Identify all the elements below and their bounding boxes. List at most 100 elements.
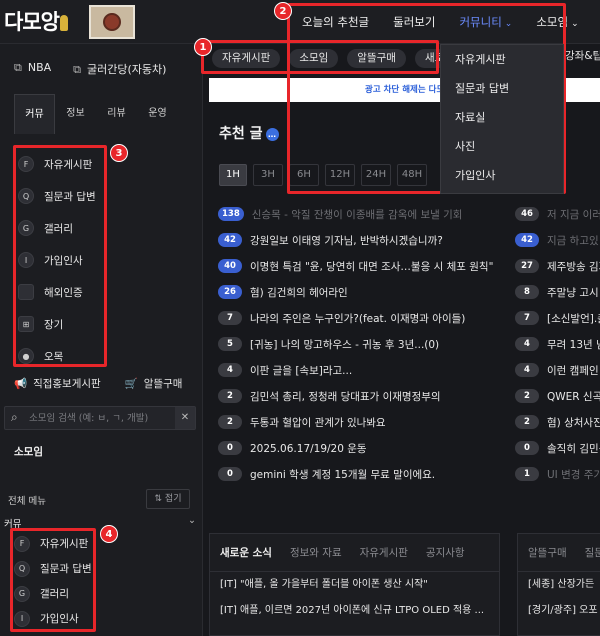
recommend-count-badge: 7 — [515, 311, 539, 325]
seal-image — [103, 13, 121, 31]
tab-community[interactable]: 커뮤 — [14, 94, 55, 134]
feed-row[interactable]: 7 나라의 주인은 누구인가?(feat. 이재명과 아이들) — [218, 305, 508, 331]
feed-row[interactable]: 0 솔직히 김민석 — [515, 435, 600, 461]
profile-avatar[interactable] — [89, 5, 135, 39]
external-link-icon: ⧉ — [73, 63, 82, 76]
news-row[interactable]: [IT] 애플, 이르면 2027년 아이폰에 신규 LTPO OLED 적용 … — [210, 598, 499, 624]
feed-row[interactable]: 5 [귀농] 나의 망고하우스 - 귀농 후 3년...(0) — [218, 331, 508, 357]
feed-row-title: 신승목 - 악질 잔챙이 이종배를 감옥에 보낼 기회 — [251, 208, 463, 221]
tab-questions[interactable]: 질문 — [585, 545, 600, 560]
feed-row[interactable]: 8 주말냥 고시 — [515, 279, 600, 305]
feed-row[interactable]: 2 김민석 총리, 정청래 당대표가 이재명정부의 — [218, 383, 508, 409]
feed-row[interactable]: 2 두통과 혈압이 관계가 있나봐요 — [218, 409, 508, 435]
nav-portal[interactable]: 포털 — [591, 14, 600, 30]
quick-link-cars[interactable]: ⧉ 굴러간당(자동차) — [73, 61, 166, 77]
chevron-down-icon: ⌄ — [571, 19, 579, 29]
feed-row-title: 이런 캠페인 — [547, 364, 599, 377]
tab-info[interactable]: 정보 — [55, 94, 96, 134]
site-logo[interactable]: 다모앙 — [4, 6, 68, 36]
feed-row[interactable]: 2 QWER 신곡 — [515, 383, 600, 409]
recommend-count-badge: 7 — [218, 311, 242, 325]
feed-row-title: 무려 13년 넘 — [547, 338, 600, 351]
dropdown-item-free-board[interactable]: 자유게시판 — [441, 45, 563, 74]
link-label: 직접홍보게시판 — [33, 378, 101, 390]
annotation-badge-4: 4 — [100, 525, 118, 543]
group-search-input[interactable] — [29, 409, 177, 427]
recommended-feed-right: 46저 지금 이러42지금 하고있27제주방송 김지8주말냥 고시7[소신발언]… — [515, 201, 600, 487]
feed-row[interactable]: 7 [소신발언].출 — [515, 305, 600, 331]
tab-new-news[interactable]: 새로운 소식 — [220, 545, 272, 560]
deals-row[interactable]: [세종] 산장가든 — [518, 572, 600, 598]
feed-row-title: [귀농] 나의 망고하우스 - 귀농 후 3년...(0) — [250, 338, 440, 351]
feed-row-title: 이판 글을 [속보]라고... — [250, 364, 353, 377]
dropdown-item-archive[interactable]: 자료실 — [441, 103, 563, 132]
feed-row-title: 주말냥 고시 — [547, 286, 599, 299]
tab-operations[interactable]: 운영 — [137, 94, 178, 134]
feed-row-title: 이명현 특검 "윤, 당연히 대면 조사…불응 시 체포 원칙" — [250, 260, 494, 273]
recommend-count-badge: 2 — [515, 389, 539, 403]
feed-row[interactable]: 42 강원일보 이태영 기자님, 반박하시겠습니까? — [218, 227, 508, 253]
collapse-label: 접기 — [164, 494, 182, 504]
feed-row[interactable]: 4 이판 글을 [속보]라고... — [218, 357, 508, 383]
all-menu-label: 전체 메뉴 — [8, 496, 46, 507]
feed-row[interactable]: 138 신승목 - 악질 잔챙이 이종배를 감옥에 보낼 기회 — [218, 201, 508, 227]
dropdown-item-photos[interactable]: 사진 — [441, 132, 563, 161]
tab-info-resources[interactable]: 정보와 자료 — [290, 545, 342, 560]
news-row[interactable]: [IT] "애플, 올 가을부터 폴더블 아이폰 생산 시작" — [210, 572, 499, 598]
period-3h[interactable]: 3H — [253, 164, 283, 186]
feed-row[interactable]: 0 gemini 학생 계정 15개월 무료 말이에요. — [218, 461, 508, 487]
chevron-down-icon: ⌄ — [188, 515, 196, 526]
tab-deals[interactable]: 알뜰구매 — [528, 545, 567, 560]
collapse-button[interactable]: ⇅ 접기 — [146, 489, 190, 509]
tab-free-board[interactable]: 자유게시판 — [360, 545, 408, 560]
period-1h[interactable]: 1H — [219, 164, 247, 186]
feed-row-title: 강원일보 이태영 기자님, 반박하시겠습니까? — [250, 234, 443, 247]
dropdown-item-qna[interactable]: 질문과 답변 — [441, 74, 563, 103]
feed-row-title: 지금 하고있 — [547, 234, 599, 247]
feed-row-title: UI 변경 주기 — [547, 468, 600, 481]
feed-row[interactable]: 42 지금 하고있 — [515, 227, 600, 253]
pill-tips[interactable]: 강좌&팁 — [565, 48, 600, 63]
feed-row[interactable]: 40 이명현 특검 "윤, 당연히 대면 조사…불응 시 체포 원칙" — [218, 253, 508, 279]
feed-row-title: [소신발언].출 — [547, 312, 600, 325]
quick-link-label: 굴러간당(자동차) — [87, 63, 167, 76]
feed-row[interactable]: 4 이런 캠페인 — [515, 357, 600, 383]
recommended-title: 추천 글… — [219, 123, 279, 143]
tab-notices[interactable]: 공지사항 — [426, 545, 465, 560]
dropdown-item-greetings[interactable]: 가입인사 — [441, 161, 563, 190]
deals-row[interactable]: [경기/광주] 오포 — [518, 598, 600, 624]
recommend-count-badge: 2 — [218, 389, 242, 403]
link-deals[interactable]: 🛒 알뜰구매 — [125, 376, 183, 391]
feed-row[interactable]: 0 2025.06.17/19/20 운동 — [218, 435, 508, 461]
news-tabs: 새로운 소식 정보와 자료 자유게시판 공지사항 — [210, 534, 499, 572]
clear-icon[interactable]: ✕ — [175, 407, 195, 429]
feed-row[interactable]: 46 저 지금 이러 — [515, 201, 600, 227]
recommend-count-badge: 2 — [515, 415, 539, 429]
recommend-count-badge: 138 — [218, 207, 244, 221]
feed-row-title: 나라의 주인은 누구인가?(feat. 이재명과 아이들) — [250, 312, 466, 325]
feed-row-title: QWER 신곡 — [547, 390, 600, 403]
feed-row[interactable]: 26 혐) 김건희의 헤어라인 — [218, 279, 508, 305]
tab-review[interactable]: 리뷰 — [96, 94, 137, 134]
deals-panel: 알뜰구매 질문 [세종] 산장가든 [경기/광주] 오포 — [517, 533, 600, 636]
recommend-count-badge: 0 — [218, 441, 242, 455]
recommend-count-badge: 4 — [515, 363, 539, 377]
cart-icon: 🛒 — [124, 378, 138, 390]
recommended-feed-left: 138 신승목 - 악질 잔챙이 이종배를 감옥에 보낼 기회 42 강원일보 이태영… — [218, 201, 508, 487]
feed-row[interactable]: 4 무려 13년 넘 — [515, 331, 600, 357]
chat-bubble-icon: … — [265, 128, 279, 141]
news-panel: 새로운 소식 정보와 자료 자유게시판 공지사항 [IT] "애플, 올 가을부… — [209, 533, 500, 636]
feed-row-title: 솔직히 김민석 — [547, 442, 600, 455]
mic-icon — [59, 15, 68, 31]
recommend-count-badge: 8 — [515, 285, 539, 299]
feed-row-title: 김민석 총리, 정청래 당대표가 이재명정부의 — [250, 390, 441, 403]
highlight-box-3 — [13, 145, 107, 367]
search-icon: ⌕ — [11, 410, 18, 424]
quick-link-label: NBA — [27, 61, 52, 74]
feed-row[interactable]: 2 혐) 상처사진 — [515, 409, 600, 435]
recommend-count-badge: 2 — [218, 415, 242, 429]
link-promo-board[interactable]: 📢 직접홍보게시판 — [14, 376, 101, 391]
feed-row[interactable]: 27 제주방송 김지 — [515, 253, 600, 279]
quick-link-nba[interactable]: ⧉ NBA — [14, 61, 51, 77]
feed-row[interactable]: 1 UI 변경 주기 — [515, 461, 600, 487]
